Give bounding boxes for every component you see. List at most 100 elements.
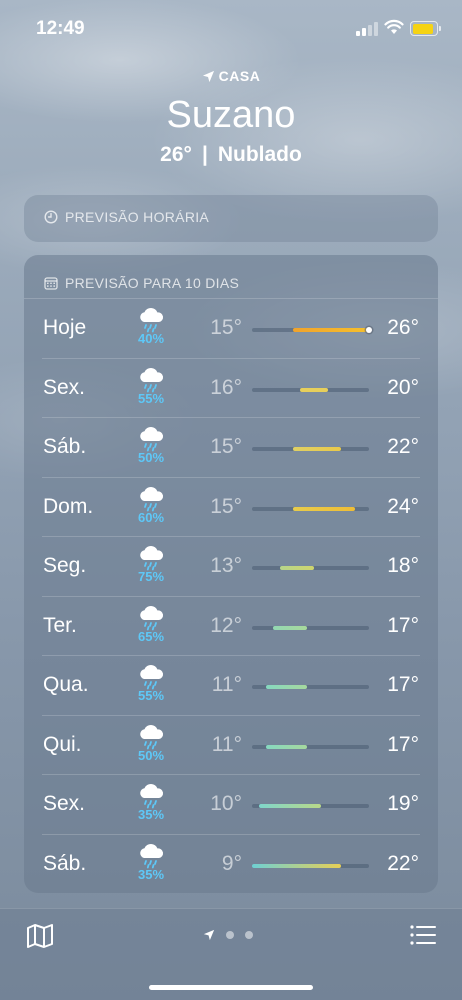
- calendar-icon: [44, 277, 58, 290]
- low-temperature: 10°: [210, 792, 242, 815]
- rain-cloud-icon: [134, 724, 168, 750]
- temperature-range-track: [252, 447, 369, 451]
- list-icon[interactable]: [410, 924, 436, 946]
- temperature-range-bar: [300, 387, 328, 392]
- high-temperature: 26°: [387, 316, 419, 339]
- temperature-range-bar: [265, 744, 308, 749]
- ten-day-forecast-label: PREVISÃO PARA 10 DIAS: [65, 275, 240, 291]
- temperature-range-track: [252, 685, 369, 689]
- forecast-day: Seg.: [43, 554, 87, 577]
- low-temperature: 11°: [211, 673, 242, 696]
- weather-icon-group: 50%: [134, 724, 168, 763]
- temperature-range-track: [252, 625, 369, 630]
- home-indicator[interactable]: [149, 985, 313, 990]
- rain-cloud-icon: [134, 664, 168, 690]
- low-temperature: 15°: [210, 435, 242, 458]
- location-arrow-icon: [203, 929, 215, 941]
- rain-cloud-icon: [134, 783, 168, 809]
- high-temperature: 20°: [387, 375, 419, 399]
- precipitation-chance: 35%: [137, 807, 165, 822]
- precipitation-chance: 75%: [137, 569, 165, 584]
- precipitation-chance: 50%: [137, 747, 165, 763]
- cellular-signal-icon: [356, 22, 378, 36]
- map-icon[interactable]: [26, 923, 54, 949]
- temperature-range-track: [252, 327, 372, 333]
- location-header: CASA Suzano 26° | Nublado: [0, 68, 462, 167]
- low-temperature: 15°: [210, 316, 242, 339]
- clock-icon: [44, 210, 58, 224]
- page-indicator[interactable]: [203, 929, 253, 941]
- page-dot: [245, 931, 253, 939]
- forecast-day: Sáb.: [43, 435, 87, 458]
- precipitation-chance: 55%: [137, 688, 165, 703]
- forecast-day: Sex.: [43, 792, 86, 815]
- low-temperature: 12°: [210, 613, 242, 637]
- ten-day-forecast-title: PREVISÃO PARA 10 DIAS: [24, 255, 438, 299]
- precipitation-chance: 35%: [137, 866, 165, 882]
- weather-icon-group: 50%: [134, 426, 168, 465]
- rain-cloud-icon: [134, 367, 168, 393]
- forecast-row: Sáb. 35% 9° 22°: [42, 835, 420, 895]
- current-condition: Nublado: [217, 142, 302, 166]
- temperature-range-track: [252, 744, 369, 749]
- temperature-range-bar: [293, 447, 342, 451]
- forecast-row: Qua. 55% 11° 17°: [42, 656, 420, 716]
- page-dot: [226, 931, 234, 939]
- high-temperature: 24°: [387, 494, 419, 518]
- weather-icon-group: 60%: [134, 486, 168, 525]
- forecast-day: Dom.: [43, 494, 94, 518]
- forecast-day: Sáb.: [43, 851, 87, 875]
- city-name: Suzano: [166, 93, 296, 136]
- forecast-day: Ter.: [43, 613, 77, 637]
- current-temperature: 26°: [160, 142, 192, 166]
- high-temperature: 19°: [387, 792, 419, 815]
- low-temperature: 15°: [210, 494, 242, 518]
- precipitation-chance: 50%: [137, 450, 165, 465]
- rain-cloud-icon: [134, 843, 168, 869]
- separator: |: [201, 142, 208, 166]
- hourly-forecast-title: PREVISÃO HORÁRIA: [24, 195, 438, 225]
- current-temperature-dot: [366, 327, 372, 333]
- high-temperature: 22°: [387, 435, 419, 458]
- low-temperature: 11°: [211, 732, 242, 756]
- weather-icon-group: 35%: [134, 843, 168, 882]
- weather-icon-group: 55%: [134, 367, 168, 406]
- low-temperature: 13°: [210, 554, 242, 577]
- temperature-range-bar: [252, 863, 342, 868]
- high-temperature: 18°: [387, 554, 419, 577]
- forecast-row: Sáb. 50% 15° 22°: [42, 418, 420, 478]
- precipitation-chance: 65%: [137, 628, 165, 644]
- temperature-range-track: [252, 506, 369, 511]
- location-label: CASA: [202, 68, 261, 84]
- forecast-day: Hoje: [43, 316, 87, 339]
- hourly-forecast-card[interactable]: PREVISÃO HORÁRIA: [24, 195, 438, 242]
- temperature-range-bar: [258, 804, 321, 808]
- weather-icon-group: 75%: [134, 545, 168, 584]
- forecast-row: Ter. 65% 12° 17°: [42, 597, 420, 656]
- weather-icon-group: 35%: [134, 783, 168, 822]
- rain-cloud-icon: [134, 486, 168, 512]
- forecast-row: Dom. 60% 15° 24°: [42, 478, 420, 537]
- location-arrow-icon: [202, 70, 214, 82]
- temperature-range-track: [252, 566, 369, 570]
- hourly-forecast-label: PREVISÃO HORÁRIA: [65, 209, 210, 225]
- temperature-range-track: [252, 863, 369, 868]
- bottom-toolbar: [0, 908, 462, 1000]
- forecast-row: Seg. 75% 13° 18°: [42, 537, 420, 597]
- temperature-range-track: [252, 387, 369, 392]
- location-label-text: CASA: [218, 68, 261, 84]
- rain-cloud-icon: [134, 545, 168, 571]
- high-temperature: 17°: [387, 673, 419, 696]
- weather-icon-group: 40%: [134, 307, 168, 346]
- forecast-row: Sex. 55% 16° 20°: [42, 359, 420, 418]
- forecast-row: Sex. 35% 10° 19°: [42, 775, 420, 835]
- precipitation-chance: 60%: [137, 509, 165, 525]
- weather-icon-group: 65%: [134, 605, 168, 644]
- forecast-day: Sex.: [43, 375, 86, 399]
- precipitation-chance: 40%: [137, 331, 165, 346]
- ten-day-forecast-card[interactable]: PREVISÃO PARA 10 DIAS Hoje 40% 15° 26° Sex. 5…: [24, 255, 438, 893]
- rain-cloud-icon: [134, 605, 168, 631]
- rain-cloud-icon: [134, 426, 168, 452]
- status-bar: 12:49: [0, 0, 462, 56]
- precipitation-chance: 55%: [137, 390, 165, 406]
